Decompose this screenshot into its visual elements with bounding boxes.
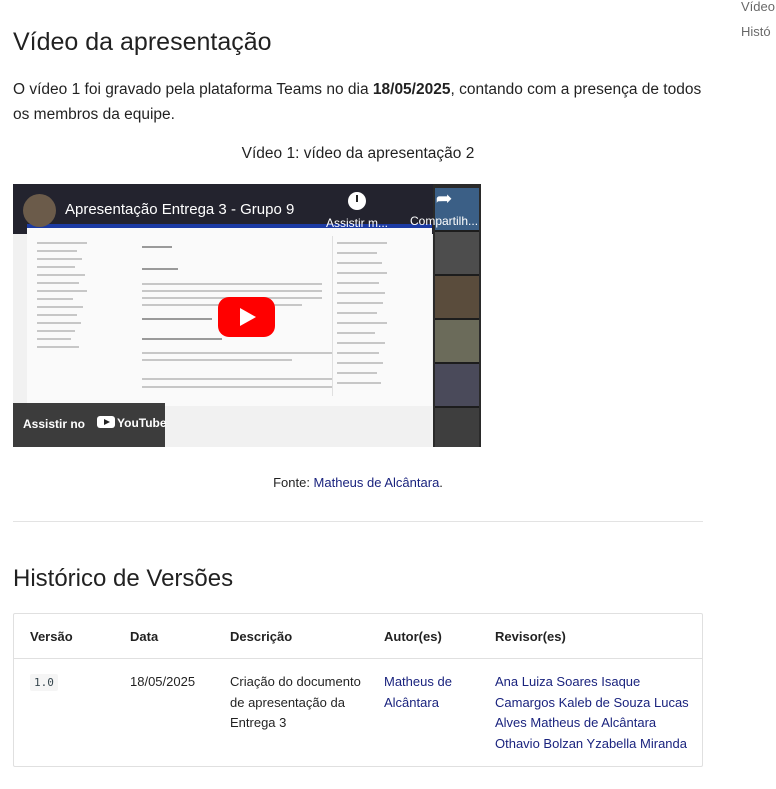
youtube-player[interactable]: Apresentação Entrega 3 - Grupo 9 Assisti…: [13, 184, 481, 447]
column-header-descricao: Descrição: [214, 614, 368, 659]
reviewer-link[interactable]: Ana Luiza Soares Isaque: [495, 672, 702, 693]
history-section-title: Histórico de Versões: [13, 565, 234, 592]
source-prefix: Fonte:: [273, 475, 314, 490]
column-header-autores: Autor(es): [368, 614, 479, 659]
reviewer-link[interactable]: Othavio Bolzan Yzabella Miranda: [495, 734, 702, 755]
section-divider: [13, 521, 703, 522]
table-header-row: Versão Data Descrição Autor(es) Revisor(…: [14, 614, 702, 659]
video-source: Fonte: Matheus de Alcântara.: [13, 475, 703, 490]
video-section-title: Vídeo da apresentação: [13, 28, 272, 56]
participant-tile: [435, 232, 479, 276]
toc-item-historico[interactable]: Histó: [741, 19, 775, 44]
participant-tile: [435, 276, 479, 320]
source-author-link[interactable]: Matheus de Alcântara: [314, 475, 440, 490]
intro-date: 18/05/2025: [372, 81, 451, 98]
cell-reviewers: Ana Luiza Soares Isaque Camargos Kaleb d…: [479, 659, 702, 755]
cell-description: Criação do documento de apresentação da …: [230, 674, 361, 731]
youtube-brand: YouTube: [117, 416, 167, 430]
play-button[interactable]: [218, 297, 275, 337]
clock-icon: [348, 192, 366, 210]
watch-on-youtube-button[interactable]: Assistir no YouTube: [13, 403, 167, 447]
participant-tile: [435, 320, 479, 364]
video-intro-paragraph: O vídeo 1 foi gravado pela plataforma Te…: [13, 77, 703, 127]
watch-later-label: Assistir m...: [326, 216, 388, 230]
share-icon: ➦: [435, 188, 453, 210]
reviewer-link[interactable]: Alves Matheus de Alcântara: [495, 713, 702, 734]
video-title[interactable]: Apresentação Entrega 3 - Grupo 9: [65, 201, 294, 218]
version-history-table: Versão Data Descrição Autor(es) Revisor(…: [13, 613, 703, 767]
column-header-revisores: Revisor(es): [479, 614, 702, 659]
column-header-data: Data: [114, 614, 214, 659]
toc-item-video[interactable]: Vídeo: [741, 0, 775, 19]
watch-on-label: Assistir no: [23, 417, 86, 431]
youtube-logo-icon: [97, 416, 115, 428]
intro-text-prefix: O vídeo 1 foi gravado pela plataforma Te…: [13, 81, 373, 98]
watch-later-button[interactable]: Assistir m...: [326, 190, 388, 230]
column-header-versao: Versão: [14, 614, 114, 659]
participant-tile: [435, 408, 479, 447]
share-label: Compartilh...: [410, 214, 479, 228]
participant-tile: [435, 364, 479, 408]
cell-date: 18/05/2025: [130, 674, 196, 689]
table-of-contents: Vídeo Histó: [741, 0, 775, 44]
cell-version: 1.0: [14, 659, 114, 755]
cell-author: Matheus de Alcântara: [368, 659, 479, 755]
table-row: 1.0 18/05/2025 Criação do documento de a…: [14, 659, 702, 755]
channel-avatar[interactable]: [23, 194, 56, 227]
reviewer-link[interactable]: Camargos Kaleb de Souza Lucas: [495, 693, 702, 714]
version-code: 1.0: [30, 674, 58, 691]
share-button[interactable]: ➦ Compartilh...: [410, 188, 479, 228]
author-link[interactable]: Matheus de Alcântara: [384, 674, 452, 710]
source-suffix: .: [439, 475, 443, 490]
video-caption: Vídeo 1: vídeo da apresentação 2: [241, 145, 475, 162]
